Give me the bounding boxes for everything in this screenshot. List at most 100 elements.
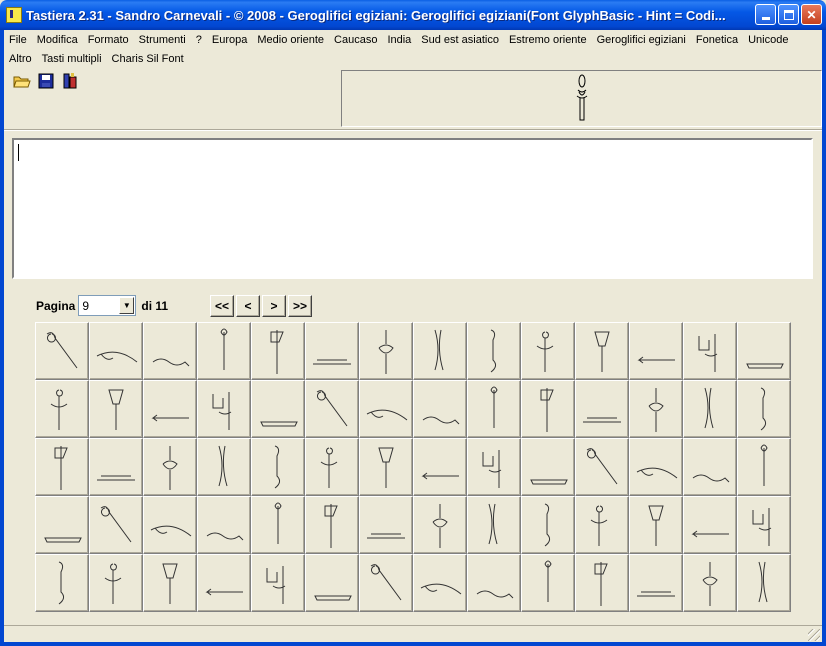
menu-item-file[interactable]: File	[4, 34, 32, 46]
glyph-key-12[interactable]	[629, 322, 683, 380]
glyph-key-3[interactable]	[143, 322, 197, 380]
glyph-key-54[interactable]	[629, 496, 683, 554]
glyph-key-31[interactable]	[143, 438, 197, 496]
glyph-key-58[interactable]	[89, 554, 143, 612]
menu-item-altro[interactable]: Altro	[4, 53, 37, 65]
glyph-key-63[interactable]	[359, 554, 413, 612]
open-button[interactable]	[10, 70, 33, 92]
save-button[interactable]	[34, 70, 57, 92]
text-editor[interactable]	[12, 138, 813, 279]
glyph-key-20[interactable]	[305, 380, 359, 438]
minimize-button[interactable]	[755, 4, 776, 25]
glyph-key-61[interactable]	[251, 554, 305, 612]
glyph-key-42[interactable]	[737, 438, 791, 496]
glyph-key-43[interactable]	[35, 496, 89, 554]
glyph-key-23[interactable]	[467, 380, 521, 438]
prev-page-button[interactable]: <	[236, 295, 260, 317]
glyph-key-38[interactable]	[521, 438, 575, 496]
glyph-key-9[interactable]	[467, 322, 521, 380]
glyph-key-8[interactable]	[413, 322, 467, 380]
glyph-key-27[interactable]	[683, 380, 737, 438]
glyph-key-46[interactable]	[197, 496, 251, 554]
glyph-key-29[interactable]	[35, 438, 89, 496]
glyph-key-13[interactable]	[683, 322, 737, 380]
glyph-key-22[interactable]	[413, 380, 467, 438]
menu-item-fonetica[interactable]: Fonetica	[691, 34, 743, 46]
glyph-key-34[interactable]	[305, 438, 359, 496]
glyph-key-5[interactable]	[251, 322, 305, 380]
glyph-key-33[interactable]	[251, 438, 305, 496]
glyph-key-66[interactable]	[521, 554, 575, 612]
glyph-key-28[interactable]	[737, 380, 791, 438]
last-page-button[interactable]: >>	[288, 295, 312, 317]
glyph-key-35[interactable]	[359, 438, 413, 496]
glyph-key-15[interactable]	[35, 380, 89, 438]
glyph-key-21[interactable]	[359, 380, 413, 438]
menu-item-[interactable]: ?	[191, 34, 207, 46]
glyph-key-69[interactable]	[683, 554, 737, 612]
menu-item-estremo-oriente[interactable]: Estremo oriente	[504, 34, 592, 46]
glyph-key-37[interactable]	[467, 438, 521, 496]
glyph-key-45[interactable]	[143, 496, 197, 554]
glyph-key-55[interactable]	[683, 496, 737, 554]
glyph-key-51[interactable]	[467, 496, 521, 554]
glyph-key-11[interactable]	[575, 322, 629, 380]
glyph-key-64[interactable]	[413, 554, 467, 612]
maximize-button[interactable]	[778, 4, 799, 25]
glyph-key-4[interactable]	[197, 322, 251, 380]
glyph-key-49[interactable]	[359, 496, 413, 554]
glyph-key-40[interactable]	[629, 438, 683, 496]
glyph-key-59[interactable]	[143, 554, 197, 612]
page-select[interactable]: 9 ▼	[78, 295, 137, 316]
glyph-key-68[interactable]	[629, 554, 683, 612]
glyph-key-1[interactable]	[35, 322, 89, 380]
glyph-key-7[interactable]	[359, 322, 413, 380]
glyph-key-56[interactable]	[737, 496, 791, 554]
glyph-key-60[interactable]	[197, 554, 251, 612]
menu-item-medio-oriente[interactable]: Medio oriente	[252, 34, 329, 46]
keyboard-tool-button[interactable]	[58, 70, 81, 92]
next-page-button[interactable]: >	[262, 295, 286, 317]
menu-item-caucaso[interactable]: Caucaso	[329, 34, 382, 46]
glyph-key-39[interactable]	[575, 438, 629, 496]
glyph-key-6[interactable]	[305, 322, 359, 380]
glyph-key-2[interactable]	[89, 322, 143, 380]
glyph-key-25[interactable]	[575, 380, 629, 438]
glyph-key-52[interactable]	[521, 496, 575, 554]
menu-item-strumenti[interactable]: Strumenti	[134, 34, 191, 46]
glyph-key-17[interactable]	[143, 380, 197, 438]
glyph-key-62[interactable]	[305, 554, 359, 612]
glyph-key-57[interactable]	[35, 554, 89, 612]
menu-item-formato[interactable]: Formato	[83, 34, 134, 46]
glyph-key-41[interactable]	[683, 438, 737, 496]
glyph-key-30[interactable]	[89, 438, 143, 496]
glyph-key-14[interactable]	[737, 322, 791, 380]
glyph-key-50[interactable]	[413, 496, 467, 554]
glyph-key-67[interactable]	[575, 554, 629, 612]
menu-item-geroglifici-egiziani[interactable]: Geroglifici egiziani	[592, 34, 691, 46]
glyph-key-65[interactable]	[467, 554, 521, 612]
glyph-key-47[interactable]	[251, 496, 305, 554]
menu-item-europa[interactable]: Europa	[207, 34, 252, 46]
menu-item-india[interactable]: India	[382, 34, 416, 46]
menu-item-sud-est-asiatico[interactable]: Sud est asiatico	[416, 34, 504, 46]
glyph-key-10[interactable]	[521, 322, 575, 380]
close-button[interactable]: ✕	[801, 4, 822, 25]
resize-grip[interactable]	[808, 629, 820, 641]
glyph-key-24[interactable]	[521, 380, 575, 438]
menu-item-tasti-multipli[interactable]: Tasti multipli	[37, 53, 107, 65]
glyph-key-19[interactable]	[251, 380, 305, 438]
chevron-down-icon[interactable]: ▼	[119, 297, 135, 314]
glyph-key-26[interactable]	[629, 380, 683, 438]
glyph-key-53[interactable]	[575, 496, 629, 554]
glyph-key-44[interactable]	[89, 496, 143, 554]
glyph-key-36[interactable]	[413, 438, 467, 496]
glyph-key-48[interactable]	[305, 496, 359, 554]
glyph-key-70[interactable]	[737, 554, 791, 612]
first-page-button[interactable]: <<	[210, 295, 234, 317]
glyph-key-18[interactable]	[197, 380, 251, 438]
menu-item-modifica[interactable]: Modifica	[32, 34, 83, 46]
menu-item-charis-sil-font[interactable]: Charis Sil Font	[107, 53, 189, 65]
menu-item-unicode[interactable]: Unicode	[743, 34, 793, 46]
glyph-key-32[interactable]	[197, 438, 251, 496]
